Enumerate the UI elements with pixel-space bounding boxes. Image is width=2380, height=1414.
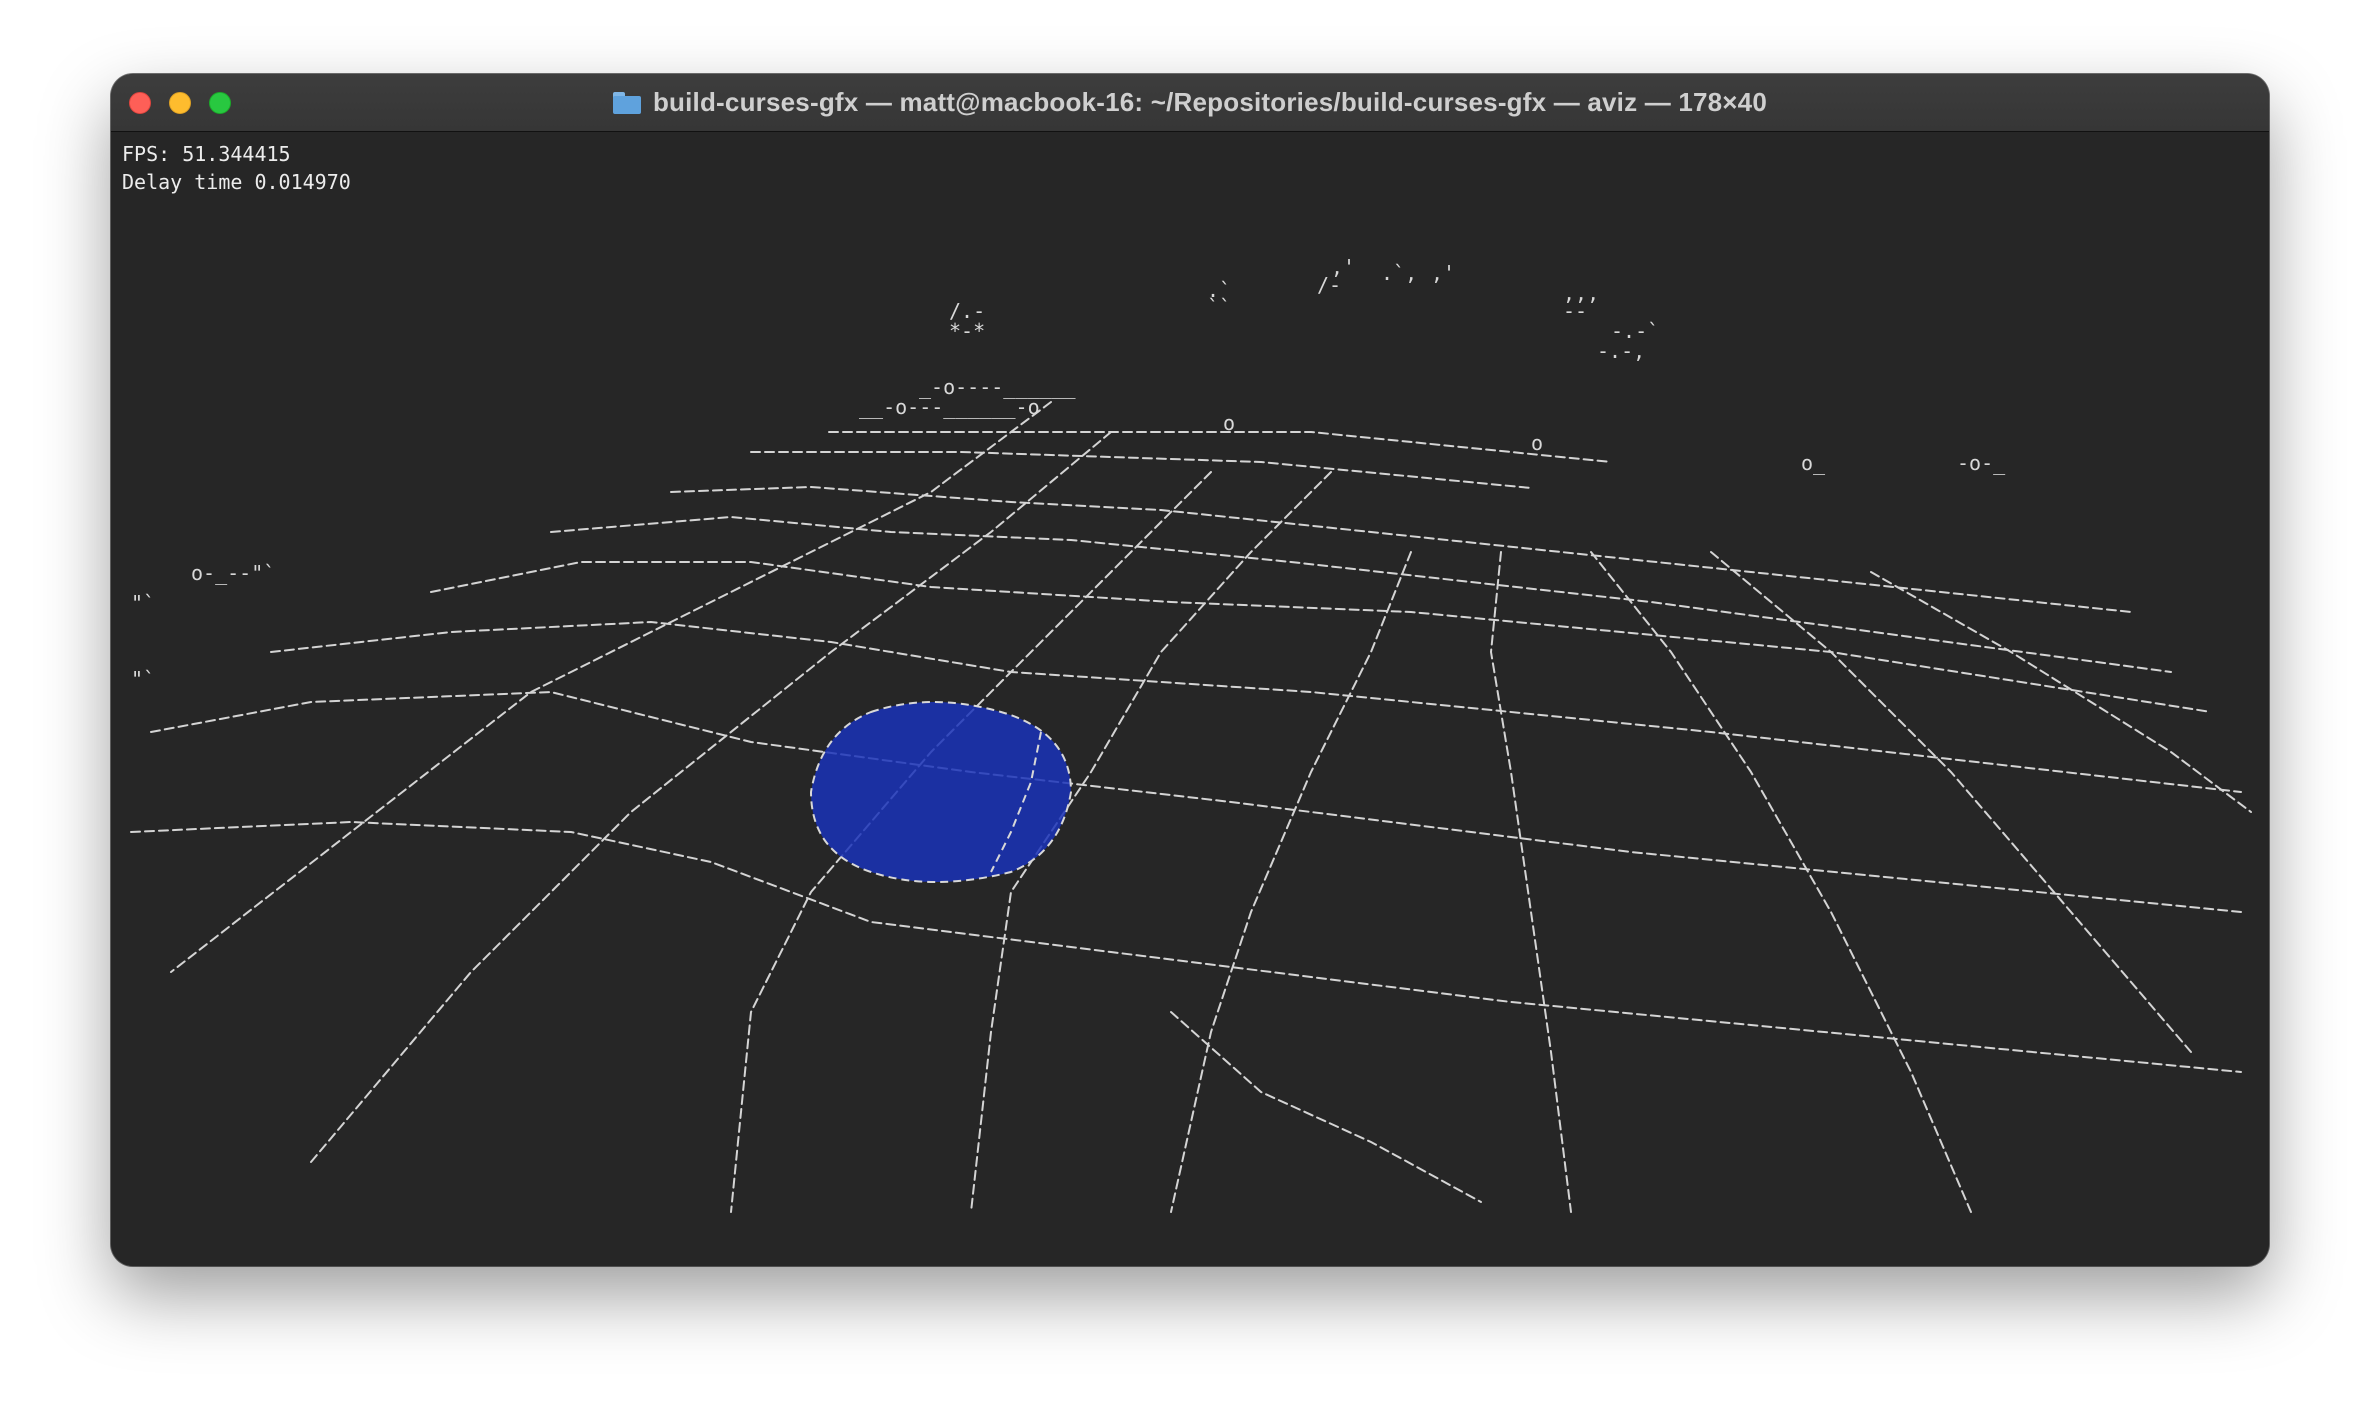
window-title: build-curses-gfx — matt@macbook-16: ~/Re… <box>652 87 1768 117</box>
terminal-content[interactable]: FPS: 51.344415 Delay time 0.014970 .` ``… <box>111 132 2269 1266</box>
svg-text:"`: "` <box>131 667 155 691</box>
wireframe-grid <box>130 401 2252 1213</box>
window-title-group: build-curses-gfx — matt@macbook-16: ~/Re… <box>111 74 2269 131</box>
sky-glyphs: .` `` /- ,' .`, ,' ,,, -- -.-` -.-, /.- … <box>949 255 1659 363</box>
grid-markers: _-o----______ __-o---______-o o o o_ -o-… <box>131 375 2006 691</box>
title-bar[interactable]: build-curses-gfx — matt@macbook-16: ~/Re… <box>111 74 2269 132</box>
svg-text:o_: o_ <box>1801 451 1826 475</box>
svg-text:__-o---______-o: __-o---______-o <box>859 395 1040 419</box>
svg-text:"`: "` <box>131 591 155 615</box>
svg-text:-.-,: -.-, <box>1597 339 1645 363</box>
svg-text:--: -- <box>1563 299 1587 323</box>
svg-text:,': ,' <box>1331 255 1355 279</box>
terminal-window: build-curses-gfx — matt@macbook-16: ~/Re… <box>111 74 2269 1266</box>
svg-text:o: o <box>1223 411 1235 435</box>
svg-text:o-_--"`: o-_--"` <box>191 561 275 585</box>
folder-icon <box>612 91 641 114</box>
blue-blob <box>809 701 1073 883</box>
svg-text:.`,: .`, <box>1381 261 1417 285</box>
svg-text:-o-_: -o-_ <box>1957 451 2006 475</box>
svg-text:``: `` <box>1207 295 1231 319</box>
svg-text:o: o <box>1531 431 1543 455</box>
svg-text:*-*: *-* <box>949 319 985 343</box>
ascii-wireframe-scene: .` `` /- ,' .`, ,' ,,, -- -.-` -.-, /.- … <box>130 255 2252 1213</box>
svg-text:,': ,' <box>1431 261 1455 285</box>
